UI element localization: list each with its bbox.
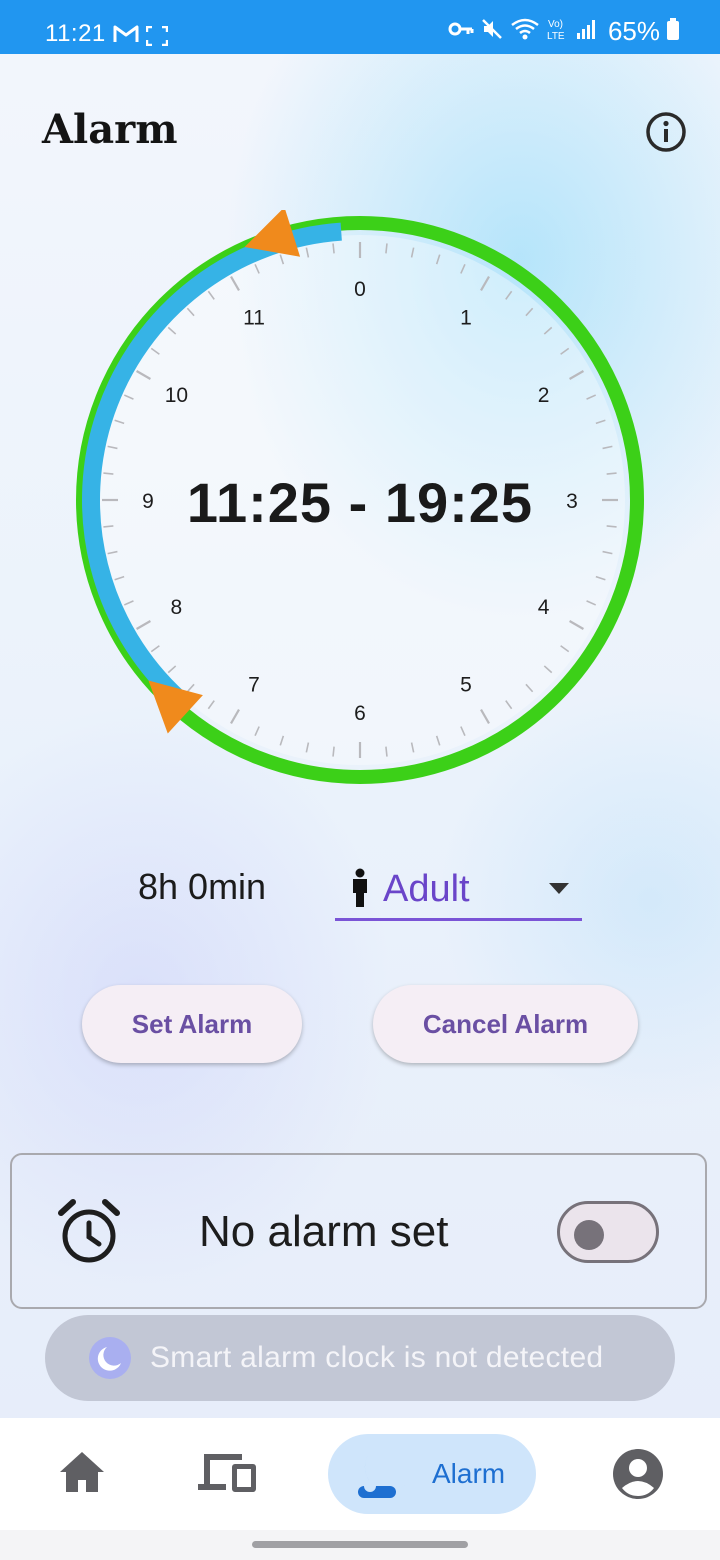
hour-label: 7 <box>248 674 260 697</box>
hour-label: 1 <box>460 306 472 329</box>
chevron-down-icon <box>549 882 569 900</box>
clock-tick <box>385 243 388 254</box>
status-bar: 11:21 Vo) LTE 65% <box>0 0 720 54</box>
signal-icon <box>576 18 598 45</box>
status-time: 11:21 <box>45 20 106 47</box>
profile-dropdown[interactable]: Adult <box>335 862 582 921</box>
wifi-icon <box>510 17 540 46</box>
clock-tick <box>332 746 335 757</box>
toast-text: Smart alarm clock is not detected <box>150 1341 604 1374</box>
hour-label: 0 <box>354 278 366 301</box>
cancel-alarm-button[interactable]: Cancel Alarm <box>373 985 638 1063</box>
vpn-key-icon <box>448 20 474 43</box>
info-icon <box>646 112 686 152</box>
account-icon <box>613 1449 663 1499</box>
nav-profile[interactable] <box>612 1448 664 1505</box>
alarm-status-card: No alarm set <box>10 1153 707 1309</box>
svg-text:Vo): Vo) <box>548 19 563 30</box>
nav-alarm[interactable]: Alarm <box>328 1434 536 1514</box>
hour-label: 6 <box>354 702 366 725</box>
app-logo-icon <box>89 1337 131 1379</box>
hour-label: 2 <box>538 384 550 407</box>
alarm-clock-icon <box>58 1199 120 1270</box>
sleep-duration: 8h 0min <box>138 866 267 907</box>
home-icon <box>60 1452 104 1492</box>
hour-label: 10 <box>165 384 188 407</box>
screenshot-icon <box>145 25 169 51</box>
battery-percent: 65% <box>607 15 660 46</box>
home-gesture-bar[interactable] <box>252 1541 468 1548</box>
mute-icon <box>480 17 504 46</box>
hour-label: 4 <box>538 596 550 619</box>
alarm-status-text: No alarm set <box>199 1207 449 1256</box>
gesture-area <box>0 1530 720 1560</box>
volte-icon: Vo) LTE <box>546 16 570 47</box>
toast-message: Smart alarm clock is not detected <box>45 1315 675 1401</box>
clock-tick <box>332 243 335 254</box>
devices-icon <box>198 1454 256 1492</box>
hour-label: 11 <box>243 306 265 329</box>
toggle-knob <box>574 1220 604 1250</box>
bottom-navigation: Alarm <box>0 1418 720 1530</box>
hour-label: 8 <box>171 596 183 619</box>
moon-icon <box>350 1448 410 1505</box>
person-icon <box>349 868 371 913</box>
battery-icon <box>666 17 680 45</box>
nav-home[interactable] <box>58 1450 106 1499</box>
alarm-toggle[interactable] <box>557 1201 659 1263</box>
nav-alarm-label: Alarm <box>432 1458 506 1489</box>
status-icons: Vo) LTE 65% <box>448 16 680 46</box>
time-range-display: 11:25 - 19:25 <box>186 471 534 534</box>
info-button[interactable] <box>645 111 687 153</box>
set-alarm-button[interactable]: Set Alarm <box>82 985 302 1063</box>
hour-label: 5 <box>460 674 472 697</box>
page-title: Alarm <box>42 106 178 153</box>
clock-tick <box>385 746 388 757</box>
nav-devices[interactable] <box>196 1450 258 1499</box>
profile-value: Adult <box>383 868 470 910</box>
gmail-icon <box>113 24 139 49</box>
svg-text:LTE: LTE <box>547 31 565 42</box>
